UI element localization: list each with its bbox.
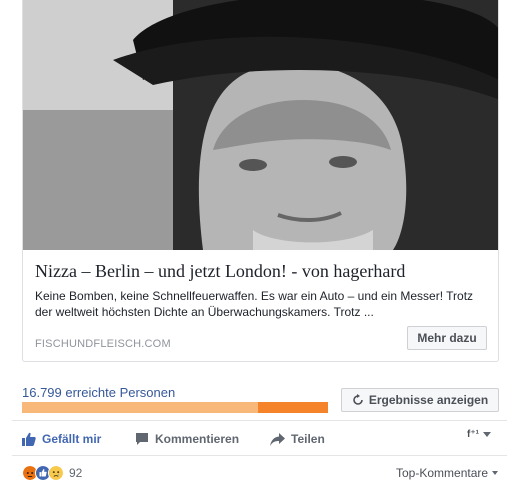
- divider: [12, 455, 507, 456]
- post-as-selector[interactable]: f⁺¹: [467, 429, 491, 440]
- chevron-down-icon: [482, 432, 491, 437]
- like-button[interactable]: Gefällt mir: [22, 430, 101, 448]
- link-domain: FISCHUNDFLEISCH.COM: [35, 338, 171, 350]
- comment-sort-dropdown[interactable]: Top-Kommentare: [396, 466, 499, 480]
- divider: [12, 420, 507, 421]
- show-results-button[interactable]: Ergebnisse anzeigen: [341, 388, 499, 412]
- photo-man-in-hat-graphic: [23, 0, 498, 250]
- refresh-icon: [353, 394, 363, 405]
- reactions-summary[interactable]: 92: [22, 465, 82, 481]
- share-label: Teilen: [291, 432, 325, 446]
- chevron-down-icon: [492, 471, 499, 475]
- reaction-count: 92: [69, 466, 83, 480]
- facebook-post: Nizza – Berlin – und jetzt London! - von…: [0, 0, 519, 491]
- link-preview-body: Nizza – Berlin – und jetzt London! - von…: [23, 250, 498, 361]
- show-results-label: Ergebnisse anzeigen: [368, 393, 489, 407]
- link-title[interactable]: Nizza – Berlin – und jetzt London! - von…: [35, 260, 485, 282]
- reach-count[interactable]: 16.799 erreichte Personen: [22, 385, 175, 400]
- link-preview-card[interactable]: Nizza – Berlin – und jetzt London! - von…: [22, 0, 499, 362]
- thumbs-up-icon: [22, 432, 36, 446]
- sad-icon: [48, 465, 64, 481]
- link-description: Keine Bomben, keine Schnellfeuerwaffen. …: [35, 289, 474, 319]
- share-button[interactable]: Teilen: [270, 430, 325, 448]
- more-button[interactable]: Mehr dazu: [407, 326, 487, 350]
- reach-paid-segment: [257, 402, 328, 413]
- reach-progress-bar: [22, 402, 328, 413]
- comment-label: Kommentieren: [155, 432, 240, 446]
- comment-button[interactable]: Kommentieren: [135, 430, 239, 448]
- page-avatar-icon: f⁺¹: [467, 429, 479, 440]
- link-preview-image[interactable]: [23, 0, 498, 250]
- comment-icon: [136, 433, 148, 445]
- comment-sort-label: Top-Kommentare: [396, 466, 489, 480]
- like-label: Gefällt mir: [42, 432, 102, 446]
- share-icon: [270, 432, 285, 446]
